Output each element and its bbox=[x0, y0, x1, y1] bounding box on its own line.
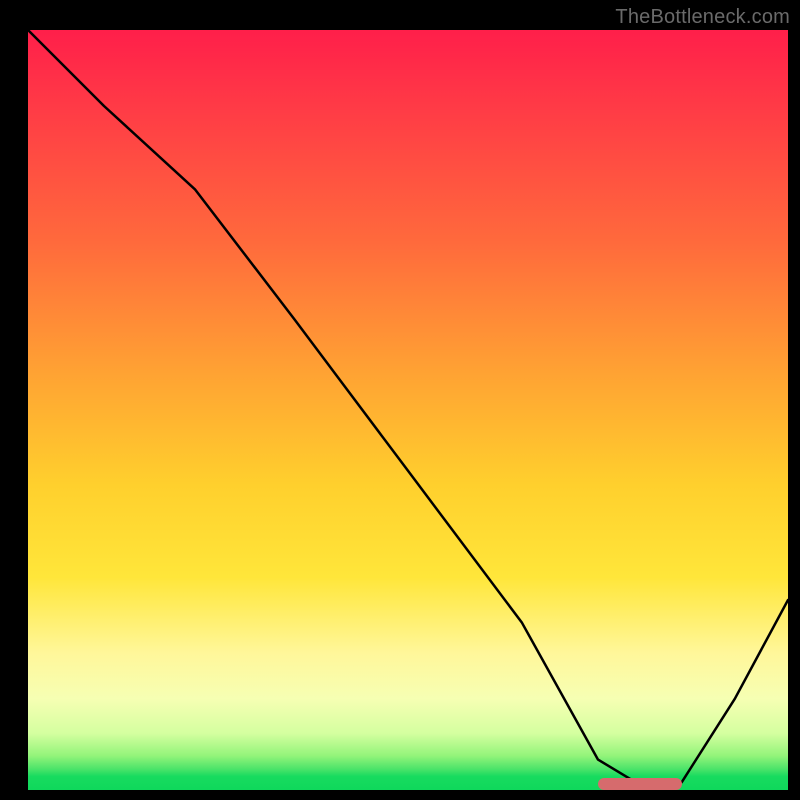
optimum-marker bbox=[598, 778, 682, 790]
watermark-text: TheBottleneck.com bbox=[615, 6, 790, 29]
plot-area bbox=[28, 30, 788, 790]
bottleneck-curve bbox=[28, 30, 788, 790]
chart-frame: TheBottleneck.com bbox=[0, 0, 800, 800]
